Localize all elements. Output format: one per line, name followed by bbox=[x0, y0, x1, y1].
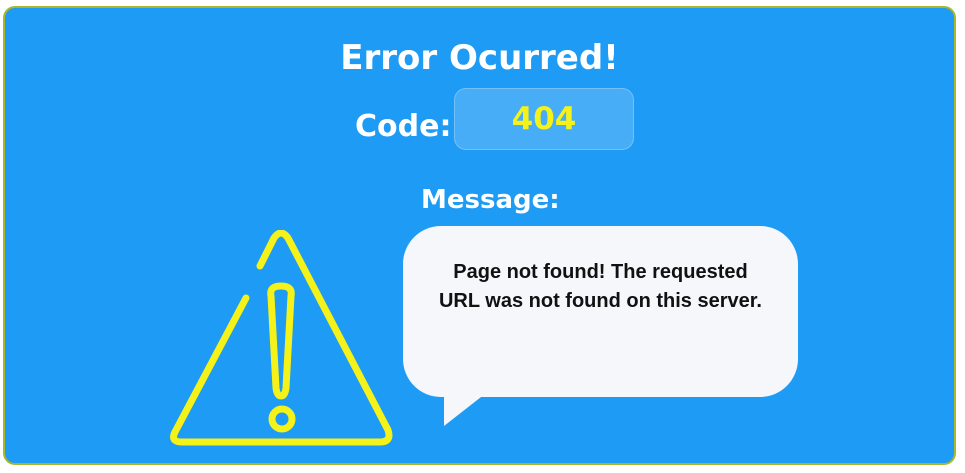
warning-exclamation-bar bbox=[267, 282, 295, 400]
code-label: Code: bbox=[355, 109, 452, 144]
message-bubble-tail bbox=[444, 390, 490, 426]
message-label: Message: bbox=[421, 185, 560, 215]
error-title: Error Ocurred! bbox=[340, 38, 619, 78]
error-card: Error Ocurred! Code: 404 Message: Page n… bbox=[3, 6, 956, 465]
warning-exclamation-dot bbox=[268, 405, 296, 433]
message-bubble: Page not found! The requested URL was no… bbox=[403, 226, 798, 397]
warning-triangle-icon bbox=[170, 230, 393, 446]
code-value: 404 bbox=[511, 101, 577, 137]
code-value-badge: 404 bbox=[454, 88, 634, 150]
message-text: Page not found! The requested URL was no… bbox=[438, 261, 762, 312]
